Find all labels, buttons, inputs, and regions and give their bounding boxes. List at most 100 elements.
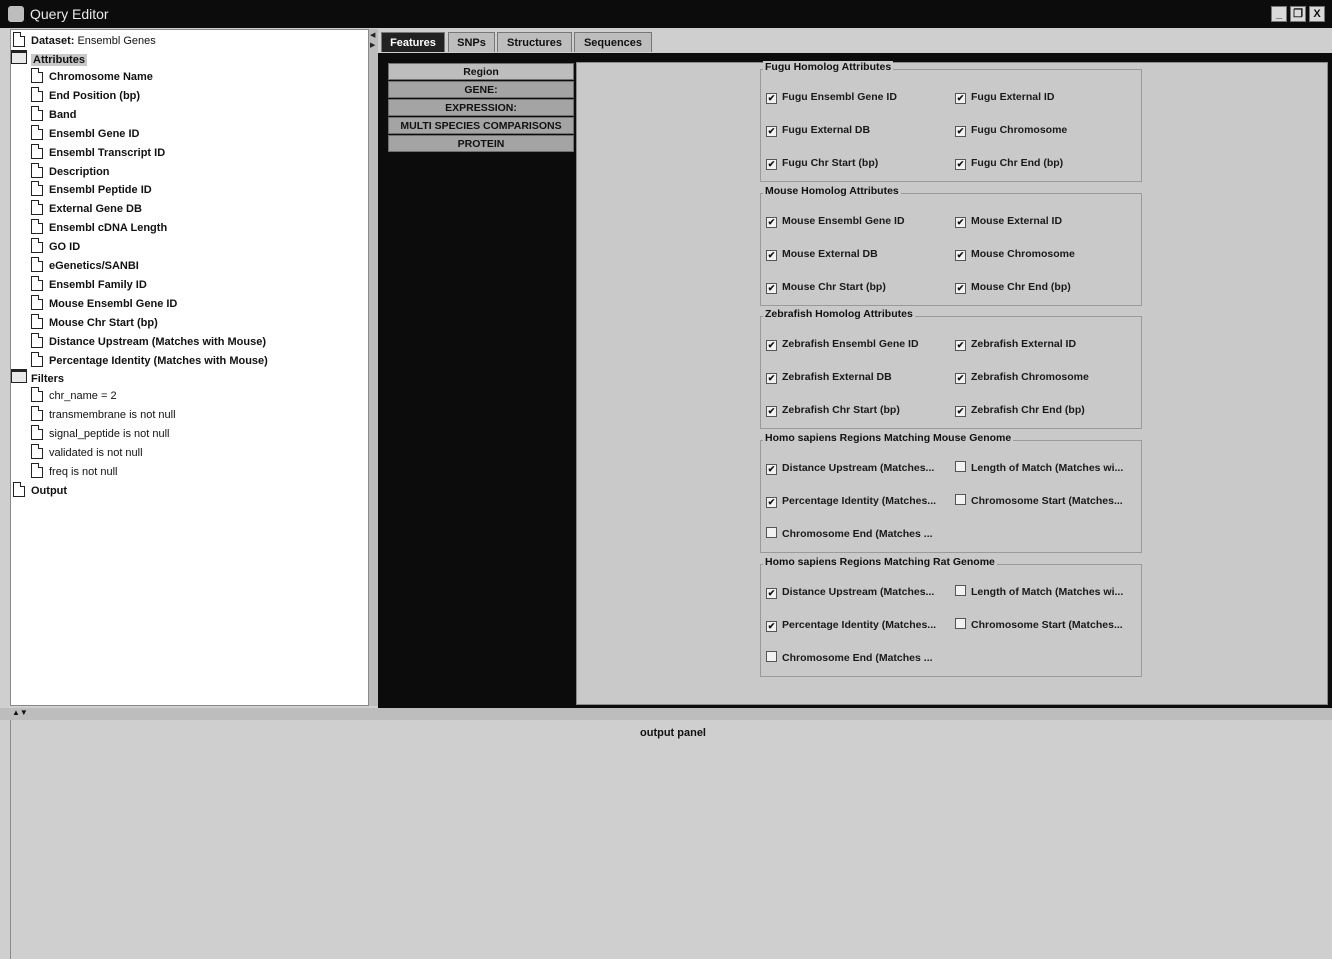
checked-box-icon[interactable]: ✔: [766, 406, 777, 417]
tree-node-attribute[interactable]: Description: [31, 162, 110, 181]
checked-box-icon[interactable]: ✔: [955, 217, 966, 228]
attribute-checkbox[interactable]: ✔ Zebrafish Ensembl Gene ID: [766, 337, 919, 351]
subnav-gene[interactable]: GENE:: [388, 81, 574, 98]
checked-box-icon[interactable]: ✔: [955, 126, 966, 137]
tree-node-attribute[interactable]: End Position (bp): [31, 86, 140, 105]
attribute-checkbox[interactable]: ✔ Zebrafish External DB: [766, 370, 892, 384]
checked-box-icon[interactable]: ✔: [955, 406, 966, 417]
attribute-checkbox[interactable]: ✔ Percentage Identity (Matches...: [766, 618, 936, 632]
tree-node-attribute[interactable]: Mouse Chr Start (bp): [31, 313, 158, 332]
attribute-checkbox[interactable]: ✔ Mouse Chr End (bp): [955, 280, 1071, 294]
tree-node-attribute[interactable]: External Gene DB: [31, 200, 142, 218]
unchecked-box-icon[interactable]: [955, 618, 966, 629]
attribute-checkbox[interactable]: ✔ Fugu Ensembl Gene ID: [766, 90, 897, 104]
attribute-checkbox[interactable]: ✔ Zebrafish External ID: [955, 337, 1076, 351]
collapse-left-icon[interactable]: ◀: [370, 31, 375, 39]
close-button[interactable]: X: [1309, 6, 1325, 22]
tree-node-filter[interactable]: signal_peptide is not null: [31, 424, 169, 443]
tree-node-attribute[interactable]: Ensembl Transcript ID: [31, 143, 165, 162]
subnav-multi-species[interactable]: MULTI SPECIES COMPARISONS: [388, 117, 574, 134]
attribute-checkbox[interactable]: Length of Match (Matches wi...: [955, 585, 1123, 599]
tab-structures[interactable]: Structures: [497, 32, 572, 52]
tree-node-dataset[interactable]: Dataset: Ensembl Genes: [13, 32, 156, 50]
tree-node-attributes[interactable]: Attributes: [11, 50, 87, 68]
tree-node-filter[interactable]: chr_name = 2: [31, 387, 117, 405]
attribute-checkbox[interactable]: ✔ Zebrafish Chromosome: [955, 370, 1089, 384]
attribute-checkbox[interactable]: Chromosome Start (Matches...: [955, 494, 1123, 508]
splitter-arrows-icon[interactable]: ▲▼: [12, 708, 28, 717]
attribute-checkbox[interactable]: ✔ Fugu External DB: [766, 123, 870, 137]
tree-node-filter[interactable]: validated is not null: [31, 443, 143, 462]
checked-box-icon[interactable]: ✔: [955, 250, 966, 261]
attribute-checkbox[interactable]: ✔ Zebrafish Chr Start (bp): [766, 403, 900, 417]
checked-box-icon[interactable]: ✔: [955, 340, 966, 351]
checked-box-icon[interactable]: ✔: [955, 283, 966, 294]
attribute-checkbox[interactable]: ✔ Zebrafish Chr End (bp): [955, 403, 1085, 417]
tree-node-attribute[interactable]: Chromosome Name: [31, 68, 153, 86]
attribute-checkbox[interactable]: ✔ Fugu Chromosome: [955, 123, 1067, 137]
restore-button[interactable]: ❐: [1290, 6, 1306, 22]
unchecked-box-icon[interactable]: [955, 461, 966, 472]
tree-node-filter[interactable]: freq is not null: [31, 462, 117, 481]
attribute-checkbox[interactable]: Length of Match (Matches wi...: [955, 461, 1123, 475]
checked-box-icon[interactable]: ✔: [766, 497, 777, 508]
checked-box-icon[interactable]: ✔: [955, 159, 966, 170]
tree-node-output[interactable]: Output: [13, 482, 67, 500]
subnav-protein[interactable]: PROTEIN: [388, 135, 574, 152]
tree-node-attribute[interactable]: Band: [31, 105, 77, 124]
attribute-checkbox[interactable]: ✔ Mouse External DB: [766, 247, 878, 261]
tree-node-attribute[interactable]: Mouse Ensembl Gene ID: [31, 294, 177, 313]
unchecked-box-icon[interactable]: [955, 494, 966, 505]
tab-snps[interactable]: SNPs: [448, 32, 495, 52]
checked-box-icon[interactable]: ✔: [766, 126, 777, 137]
subnav-region[interactable]: Region: [388, 63, 574, 80]
vertical-splitter[interactable]: ◀ ▶: [369, 29, 378, 706]
attribute-checkbox[interactable]: ✔ Mouse Chr Start (bp): [766, 280, 886, 294]
tree-node-attribute[interactable]: Ensembl cDNA Length: [31, 219, 167, 237]
checked-box-icon[interactable]: ✔: [955, 93, 966, 104]
attribute-checkbox[interactable]: ✔ Distance Upstream (Matches...: [766, 461, 934, 475]
tab-sequences[interactable]: Sequences: [574, 32, 652, 52]
checked-box-icon[interactable]: ✔: [766, 340, 777, 351]
checked-box-icon[interactable]: ✔: [955, 373, 966, 384]
checked-box-icon[interactable]: ✔: [766, 373, 777, 384]
attribute-checkbox[interactable]: ✔ Mouse External ID: [955, 214, 1062, 228]
attribute-checkbox[interactable]: ✔ Fugu External ID: [955, 90, 1054, 104]
tab-features[interactable]: Features: [381, 32, 445, 52]
tree-node-attribute[interactable]: Ensembl Gene ID: [31, 124, 139, 143]
attribute-checkbox[interactable]: Chromosome End (Matches ...: [766, 527, 933, 541]
tree-node-attribute[interactable]: Distance Upstream (Matches with Mouse): [31, 332, 266, 351]
unchecked-box-icon[interactable]: [766, 651, 777, 662]
query-tree[interactable]: Dataset: Ensembl Genes Attributes Filter…: [10, 29, 369, 706]
attribute-checkbox[interactable]: ✔ Distance Upstream (Matches...: [766, 585, 934, 599]
subnav-expression[interactable]: EXPRESSION:: [388, 99, 574, 116]
checked-box-icon[interactable]: ✔: [766, 588, 777, 599]
attribute-checkbox[interactable]: ✔ Fugu Chr End (bp): [955, 156, 1063, 170]
minimize-button[interactable]: _: [1271, 6, 1287, 22]
checked-box-icon[interactable]: ✔: [766, 217, 777, 228]
horizontal-splitter[interactable]: ▲▼: [0, 708, 1332, 720]
checkbox-label: Mouse Chromosome: [971, 248, 1075, 260]
expand-right-icon[interactable]: ▶: [370, 41, 375, 49]
checked-box-icon[interactable]: ✔: [766, 159, 777, 170]
tree-node-attribute[interactable]: GO ID: [31, 238, 80, 256]
checked-box-icon[interactable]: ✔: [766, 621, 777, 632]
tree-node-filters[interactable]: Filters: [11, 369, 64, 387]
attribute-checkbox[interactable]: ✔ Percentage Identity (Matches...: [766, 494, 936, 508]
attribute-checkbox[interactable]: Chromosome Start (Matches...: [955, 618, 1123, 632]
attribute-checkbox[interactable]: ✔ Mouse Ensembl Gene ID: [766, 214, 905, 228]
checked-box-icon[interactable]: ✔: [766, 93, 777, 104]
attribute-checkbox[interactable]: ✔ Fugu Chr Start (bp): [766, 156, 878, 170]
tree-node-attribute[interactable]: Ensembl Family ID: [31, 275, 147, 294]
tree-node-attribute[interactable]: Ensembl Peptide ID: [31, 181, 152, 199]
unchecked-box-icon[interactable]: [766, 527, 777, 538]
tree-node-attribute[interactable]: eGenetics/SANBI: [31, 257, 139, 275]
attribute-checkbox[interactable]: ✔ Mouse Chromosome: [955, 247, 1075, 261]
checked-box-icon[interactable]: ✔: [766, 283, 777, 294]
attribute-checkbox[interactable]: Chromosome End (Matches ...: [766, 651, 933, 665]
tree-node-attribute[interactable]: Percentage Identity (Matches with Mouse): [31, 351, 268, 370]
checked-box-icon[interactable]: ✔: [766, 464, 777, 475]
checked-box-icon[interactable]: ✔: [766, 250, 777, 261]
unchecked-box-icon[interactable]: [955, 585, 966, 596]
tree-node-filter[interactable]: transmembrane is not null: [31, 405, 176, 424]
